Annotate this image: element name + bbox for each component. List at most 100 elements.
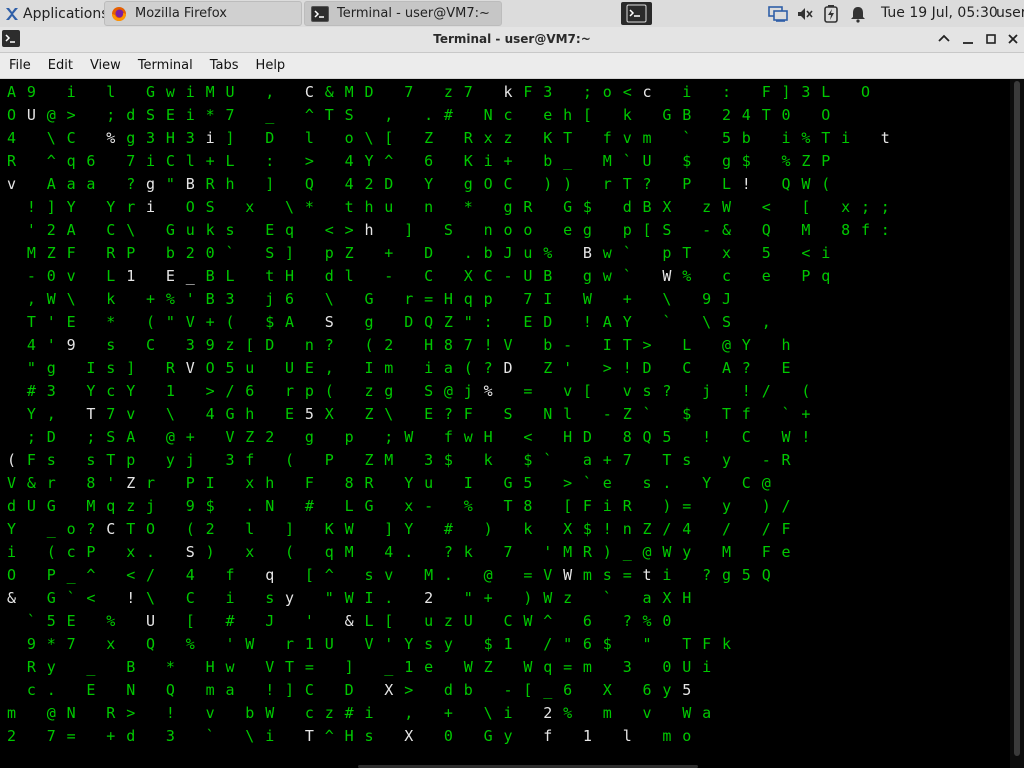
window-titlebar[interactable]: Terminal - user@VM7:~ (0, 27, 1024, 53)
matrix-glyph: G (365, 497, 374, 515)
matrix-glyph: c (27, 681, 36, 699)
matrix-glyph: q (464, 290, 473, 308)
matrix-glyph: N (67, 704, 76, 722)
matrix-glyph: L (345, 497, 354, 515)
matrix-glyph: ^ (543, 612, 552, 630)
close-window-icon[interactable] (1005, 31, 1021, 47)
taskbar-item-terminal[interactable]: Terminal - user@VM7:~ (304, 1, 502, 26)
matrix-glyph: Y (67, 198, 76, 216)
matrix-glyph: ) (563, 175, 572, 193)
matrix-glyph: C (504, 175, 513, 193)
menu-terminal[interactable]: Terminal (130, 53, 201, 78)
matrix-glyph: p (484, 290, 493, 308)
matrix-glyph: v (623, 382, 632, 400)
matrix-glyph: B (186, 175, 195, 193)
matrix-glyph: $ (444, 451, 453, 469)
menu-view[interactable]: View (82, 53, 129, 78)
matrix-glyph: Y (365, 152, 374, 170)
applications-icon (6, 7, 18, 20)
shade-window-icon[interactable] (936, 31, 952, 47)
matrix-glyph: R (7, 152, 17, 170)
network-icon[interactable] (767, 0, 789, 27)
matrix-glyph: 2 (543, 704, 552, 722)
matrix-glyph: ] (404, 221, 413, 239)
matrix-glyph: 4 (186, 566, 195, 584)
matrix-glyph: x (841, 198, 850, 216)
matrix-glyph: ? (643, 175, 652, 193)
matrix-glyph: [ (384, 129, 393, 147)
matrix-glyph: 7 (404, 83, 413, 101)
matrix-glyph: v (126, 405, 135, 423)
scrollbar-thumb[interactable] (1014, 81, 1020, 756)
matrix-glyph: Z (245, 428, 254, 446)
menu-file[interactable]: File (1, 53, 39, 78)
matrix-glyph: # (226, 612, 235, 630)
matrix-glyph: ) (206, 543, 215, 561)
matrix-glyph: S (662, 221, 671, 239)
maximize-window-icon[interactable] (983, 31, 999, 47)
user-menu[interactable]: user (996, 0, 1024, 27)
matrix-glyph: + (146, 290, 155, 308)
clock[interactable]: Tue 19 Jul, 05:30 (881, 0, 998, 27)
matrix-glyph: ` (662, 313, 671, 331)
matrix-glyph: q (285, 221, 294, 239)
matrix-glyph: % (186, 635, 195, 653)
matrix-glyph: s (226, 221, 235, 239)
matrix-glyph: P (86, 543, 95, 561)
workspace-terminal-button[interactable] (621, 2, 652, 25)
volume-muted-icon[interactable] (796, 0, 814, 27)
matrix-glyph: 3 (226, 290, 235, 308)
matrix-glyph: P (186, 474, 195, 492)
menu-help[interactable]: Help (248, 53, 294, 78)
matrix-glyph: x (245, 543, 254, 561)
battery-icon[interactable] (823, 0, 839, 27)
matrix-glyph: Z (47, 244, 56, 262)
matrix-glyph: y (682, 543, 691, 561)
matrix-glyph: _ (265, 106, 275, 124)
matrix-glyph: < (762, 198, 771, 216)
matrix-glyph: i (365, 704, 374, 722)
matrix-glyph: s (365, 566, 374, 584)
notification-bell-icon[interactable] (850, 0, 866, 27)
matrix-glyph: K (325, 520, 334, 538)
matrix-glyph: T (325, 106, 334, 124)
matrix-glyph: 6 (285, 290, 294, 308)
matrix-glyph: S (206, 198, 215, 216)
matrix-glyph: v (643, 704, 652, 722)
matrix-glyph: ^ (305, 106, 314, 124)
matrix-glyph: C (67, 129, 76, 147)
matrix-glyph: _ (623, 543, 633, 561)
matrix-glyph: - (563, 336, 572, 354)
matrix-glyph: z (504, 129, 513, 147)
matrix-glyph: l (245, 520, 254, 538)
menu-tabs[interactable]: Tabs (202, 53, 247, 78)
minimize-window-icon[interactable] (960, 31, 976, 47)
taskbar-item-firefox[interactable]: Mozilla Firefox (104, 1, 302, 26)
matrix-glyph: w (226, 658, 236, 676)
matrix-glyph: V (543, 566, 552, 584)
matrix-glyph: = (563, 658, 572, 676)
matrix-glyph: % (782, 152, 791, 170)
matrix-glyph: \ (166, 405, 175, 423)
matrix-glyph: Z (424, 129, 433, 147)
matrix-glyph: > (126, 704, 135, 722)
matrix-glyph: i (424, 359, 433, 377)
matrix-glyph: a (67, 175, 76, 193)
terminal-output[interactable]: A 9 i l Gw i M U, C & M D 7 z 7 k F 3; o < c i: F] 3 L O O U @ >; d S Ei… (0, 79, 1010, 768)
matrix-glyph: C (146, 336, 155, 354)
matrix-glyph: F (762, 83, 771, 101)
matrix-glyph: ` (623, 152, 632, 170)
matrix-glyph: ( (285, 543, 294, 561)
menu-edit[interactable]: Edit (40, 53, 81, 78)
matrix-glyph: i (146, 198, 155, 216)
matrix-glyph: t (881, 129, 890, 147)
matrix-glyph: c (504, 106, 513, 124)
matrix-glyph: 7 (126, 152, 135, 170)
matrix-glyph: P (682, 175, 691, 193)
matrix-glyph: + (106, 727, 115, 745)
matrix-glyph: N (265, 497, 274, 515)
matrix-glyph: " (166, 313, 175, 331)
matrix-glyph: w (603, 244, 613, 262)
matrix-glyph: & (325, 83, 334, 101)
matrix-glyph: M (563, 543, 572, 561)
